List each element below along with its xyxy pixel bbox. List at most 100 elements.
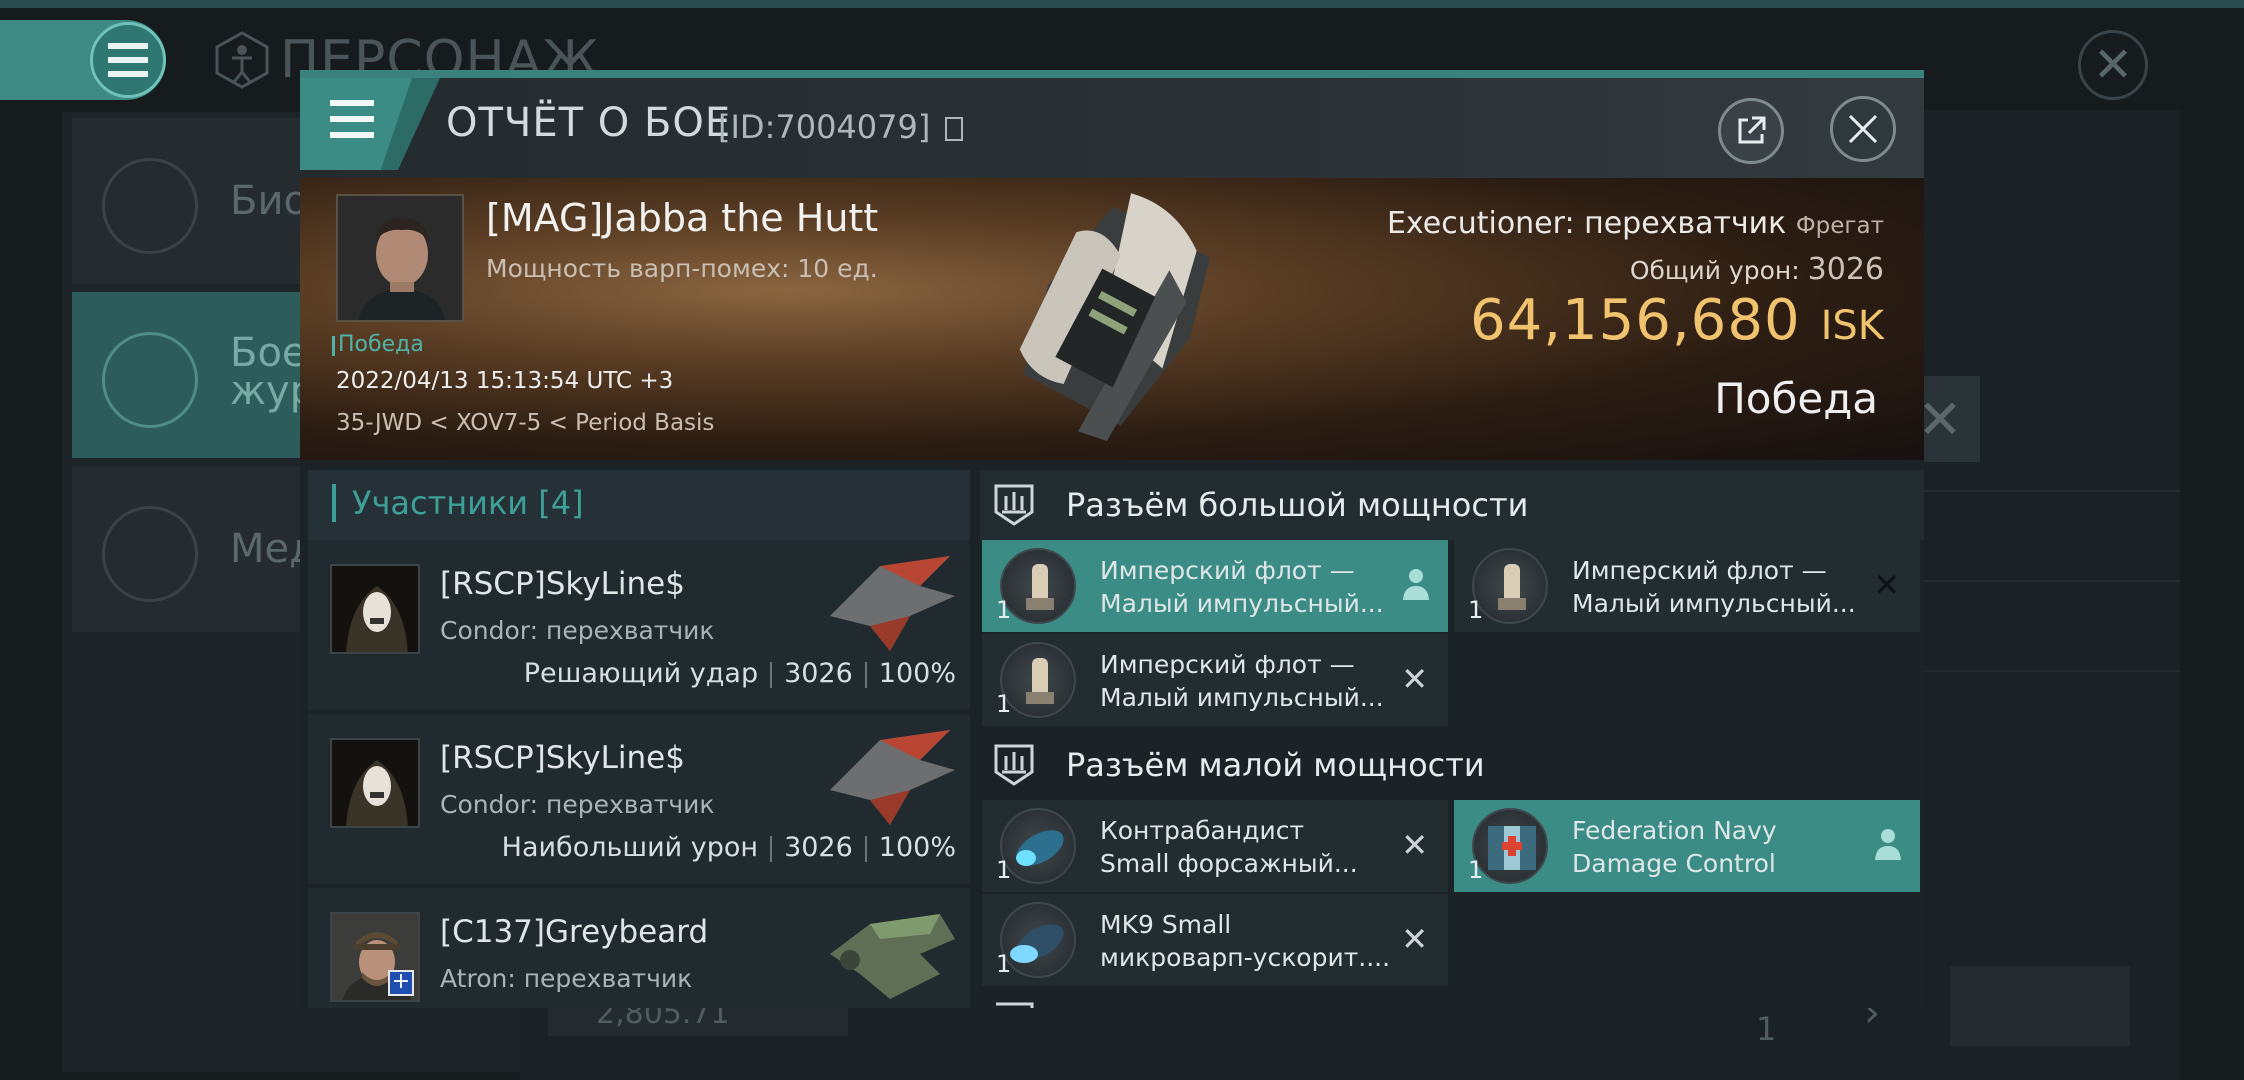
low-slot-header: Разъём малой мощности [980, 730, 1924, 800]
module-qty: 1 [996, 856, 1012, 884]
atron-ship-image [830, 914, 955, 999]
bg-menu-button[interactable] [90, 22, 166, 98]
participant-name: [RSCP]SkyLine$ [440, 566, 685, 602]
total-damage: Общий урон: 3026 [1630, 252, 1884, 287]
victim-ship-name: Executioner: перехватчик [1386, 206, 1787, 241]
destroyed-icon: ✕ [1873, 566, 1900, 604]
bg-nav-item-bio[interactable]: Био [72, 118, 312, 284]
module-name: MK9 Small микроварп-ускорит.... [1100, 910, 1391, 972]
report-id-text: [ID:7004079] [718, 108, 931, 146]
bg-page-number: 1 [1756, 1010, 1777, 1048]
module-qty: 1 [996, 950, 1012, 978]
condor-ship-image [830, 556, 955, 651]
warp-disruption: Мощность варп-помех: 10 ед. [486, 254, 878, 283]
module-name: Контрабандист Small форсажный... [1100, 816, 1358, 878]
star-icon [102, 506, 198, 602]
report-id[interactable]: [ID:7004079] [718, 108, 963, 146]
microwarpdrive-icon [1000, 902, 1076, 978]
destroyed-icon: ✕ [1401, 826, 1428, 864]
participant-row[interactable]: [RSCP]SkyLine$ Condor: перехватчик Решаю… [308, 540, 970, 710]
battle-report-dialog: ОТЧЁТ О БОЕ [ID:7004079] [MAG]Jabba the … [300, 70, 1924, 1008]
dialog-header: ОТЧЁТ О БОЕ [ID:7004079] [300, 78, 1924, 178]
module-name: Имперский флот — Малый импульсный... [1100, 650, 1384, 712]
module-name: Имперский флот — Малый импульсный... [1572, 556, 1856, 618]
avatar [330, 738, 420, 828]
top-accent-bar [0, 0, 2244, 8]
hamburger-icon [108, 43, 148, 77]
isk-unit: ISK [1820, 303, 1884, 349]
condor-ship-image [830, 730, 955, 825]
afterburner-icon [1000, 808, 1076, 884]
participant-role: Наибольший урон [501, 832, 759, 863]
character-icon [215, 31, 269, 89]
total-damage-label: Общий урон: [1629, 256, 1800, 285]
module-item[interactable]: 1 Контрабандист Small форсажный... ✕ [982, 800, 1448, 892]
pilot-name[interactable]: [MAG]Jabba the Hutt [486, 196, 878, 240]
total-damage-value: 3026 [1807, 252, 1884, 287]
isk-value: 64,156,680 [1469, 288, 1801, 353]
pulse-laser-icon [1000, 642, 1076, 718]
participants-header[interactable]: Участники [4] [308, 470, 970, 540]
participant-ship: Condor: перехватчик [440, 616, 715, 645]
bg-nav-label: Био [230, 178, 308, 224]
module-item[interactable]: 1 MK9 Small микроварп-ускорит.... ✕ [982, 894, 1448, 986]
participant-row[interactable]: [RSCP]SkyLine$ Condor: перехватчик Наибо… [308, 714, 970, 884]
victim-ship-class: Фрегат [1795, 213, 1884, 239]
low-slot-icon [994, 744, 1034, 786]
battle-datetime: 2022/04/13 15:13:54 UTC +3 [336, 368, 674, 394]
module-qty: 1 [996, 596, 1012, 624]
pilot-avatar [338, 196, 462, 320]
module-item[interactable]: 1 Имперский флот — Малый импульсный... ✕ [1454, 540, 1920, 632]
destroyed-icon: ✕ [1401, 660, 1428, 698]
high-slot-icon [994, 484, 1034, 526]
pilot-module-icon [1875, 829, 1901, 860]
close-button[interactable] [1830, 96, 1896, 162]
participant-ship: Condor: перехватчик [440, 790, 715, 819]
module-name: Federation Navy Damage Control [1572, 816, 1777, 878]
pulse-laser-icon [1472, 548, 1548, 624]
battle-location: 35-JWD < XOV7-5 < Period Basis [336, 410, 715, 436]
damage-control-icon [1472, 808, 1548, 884]
bg-close-button[interactable]: ✕ [2078, 30, 2148, 100]
hamburger-icon [330, 100, 374, 138]
participant-damage: 3026 [784, 658, 853, 689]
module-qty: 1 [1468, 596, 1484, 624]
crossed-swords-icon [102, 332, 198, 428]
participant-ship: Atron: перехватчик [440, 964, 693, 993]
high-slot-header: Разъём большой мощности [980, 470, 1924, 540]
participant-role: Решающий удар [523, 658, 759, 689]
result-big: Победа [1714, 374, 1878, 423]
pulse-laser-icon [1000, 548, 1076, 624]
module-qty: 1 [1468, 856, 1484, 884]
high-slot-title: Разъём большой мощности [1066, 486, 1529, 524]
destroyed-icon: ✕ [1401, 920, 1428, 958]
share-button[interactable] [1718, 98, 1784, 164]
pilot-portrait[interactable] [336, 194, 464, 322]
filter-button[interactable] [1950, 966, 2130, 1046]
participant-damage: 3026 [784, 832, 853, 863]
module-item[interactable]: 1 Federation Navy Damage Control [1454, 800, 1920, 892]
participants-title: Участники [4] [332, 484, 584, 522]
victim-ship-image[interactable] [940, 178, 1280, 460]
bg-nav-item-combat-log[interactable]: Бое жур [72, 292, 315, 458]
share-icon [1738, 116, 1766, 144]
corp-badge-icon: + [388, 970, 414, 996]
module-item[interactable]: 1 Имперский флот — Малый импульсный... ✕ [982, 634, 1448, 726]
module-item[interactable]: 1 Имперский флот — Малый импульсный... [982, 540, 1448, 632]
bg-nav-item-medals[interactable]: Мед [72, 466, 317, 632]
close-icon [1848, 114, 1878, 144]
participant-name: [C137]Greybeard [440, 914, 709, 950]
module-name: Имперский флот — Малый импульсный... [1100, 556, 1384, 618]
next-slot-header-cutoff [990, 998, 1924, 1008]
dialog-title: ОТЧЁТ О БОЕ [446, 100, 732, 146]
pilot-module-icon [1403, 569, 1429, 600]
isk-loss: 64,156,680 ISK [1470, 288, 1884, 353]
copy-icon[interactable] [944, 117, 963, 141]
participant-row[interactable]: + [C137]Greybeard Atron: перехватчик [308, 888, 970, 1008]
victim-ship[interactable]: Executioner: перехватчик Фрегат [1387, 206, 1884, 241]
participant-stats: Решающий удар 3026 100% [524, 658, 956, 689]
result-small: Победа [332, 332, 424, 357]
participant-stats: Наибольший урон 3026 100% [502, 832, 956, 863]
low-slot-title: Разъём малой мощности [1066, 746, 1485, 784]
participant-percent: 100% [878, 832, 956, 863]
